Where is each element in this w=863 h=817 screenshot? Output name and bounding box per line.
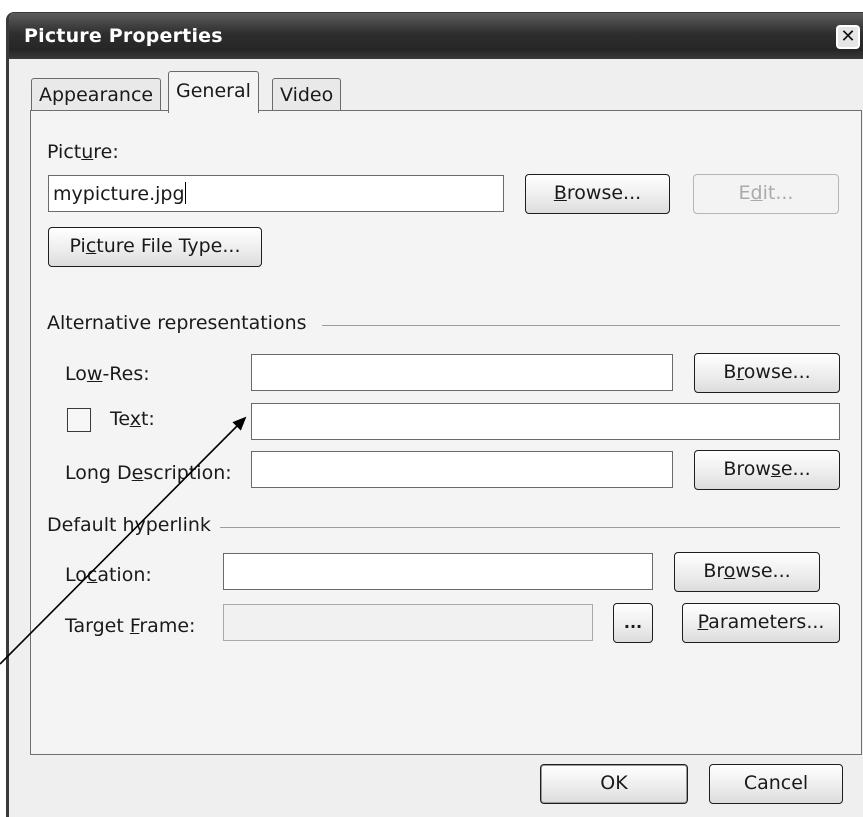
parameters-button[interactable]: Parameters... — [682, 603, 840, 643]
alternative-representations-heading: Alternative representations — [47, 312, 307, 334]
long-description-input[interactable] — [251, 451, 673, 488]
long-description-browse-button[interactable]: Browse... — [694, 450, 840, 490]
lowres-label: Low-Res: — [65, 363, 150, 385]
alt-divider — [322, 325, 840, 326]
edit-button[interactable]: Edit... — [693, 174, 839, 214]
picture-properties-dialog: Picture Properties ✕ Appearance General … — [6, 12, 863, 817]
hyperlink-divider — [220, 527, 840, 528]
tab-appearance[interactable]: Appearance — [31, 78, 162, 112]
tab-video-label: Video — [280, 84, 334, 106]
lowres-input[interactable] — [251, 354, 673, 391]
text-label: Text: — [110, 408, 155, 430]
location-browse-button[interactable]: Browse... — [674, 552, 820, 592]
picture-input-value: mypicture.jpg — [53, 183, 185, 205]
target-frame-input[interactable] — [223, 604, 593, 641]
cancel-button[interactable]: Cancel — [709, 764, 843, 804]
tab-video[interactable]: Video — [272, 78, 342, 112]
dialog-title: Picture Properties — [24, 25, 223, 47]
target-frame-label: Target Frame: — [65, 615, 196, 637]
pencil-icon: ... — [623, 613, 643, 632]
title-bar: Picture Properties ✕ — [9, 13, 863, 59]
default-hyperlink-heading: Default hyperlink — [47, 514, 211, 536]
picture-input[interactable]: mypicture.jpg — [48, 175, 504, 212]
lowres-browse-button[interactable]: Browse... — [694, 353, 840, 393]
long-description-label: Long Description: — [65, 462, 232, 484]
close-icon: ✕ — [840, 26, 856, 47]
target-frame-picker-button[interactable]: ... — [613, 603, 653, 643]
ok-button[interactable]: OK — [540, 764, 688, 804]
picture-file-type-button[interactable]: Picture File Type... — [48, 227, 262, 267]
general-tab-panel: Picture: mypicture.jpg Browse... Edit...… — [30, 110, 862, 755]
text-input[interactable] — [251, 403, 840, 440]
picture-browse-button[interactable]: Browse... — [525, 174, 670, 214]
text-checkbox[interactable] — [67, 408, 91, 432]
close-button[interactable]: ✕ — [836, 25, 860, 49]
picture-label: Picture: — [47, 141, 119, 163]
location-input[interactable] — [223, 553, 653, 590]
location-label: Location: — [65, 564, 152, 586]
tab-general[interactable]: General — [168, 71, 259, 113]
tab-general-label: General — [176, 80, 251, 102]
tab-appearance-label: Appearance — [39, 84, 154, 106]
